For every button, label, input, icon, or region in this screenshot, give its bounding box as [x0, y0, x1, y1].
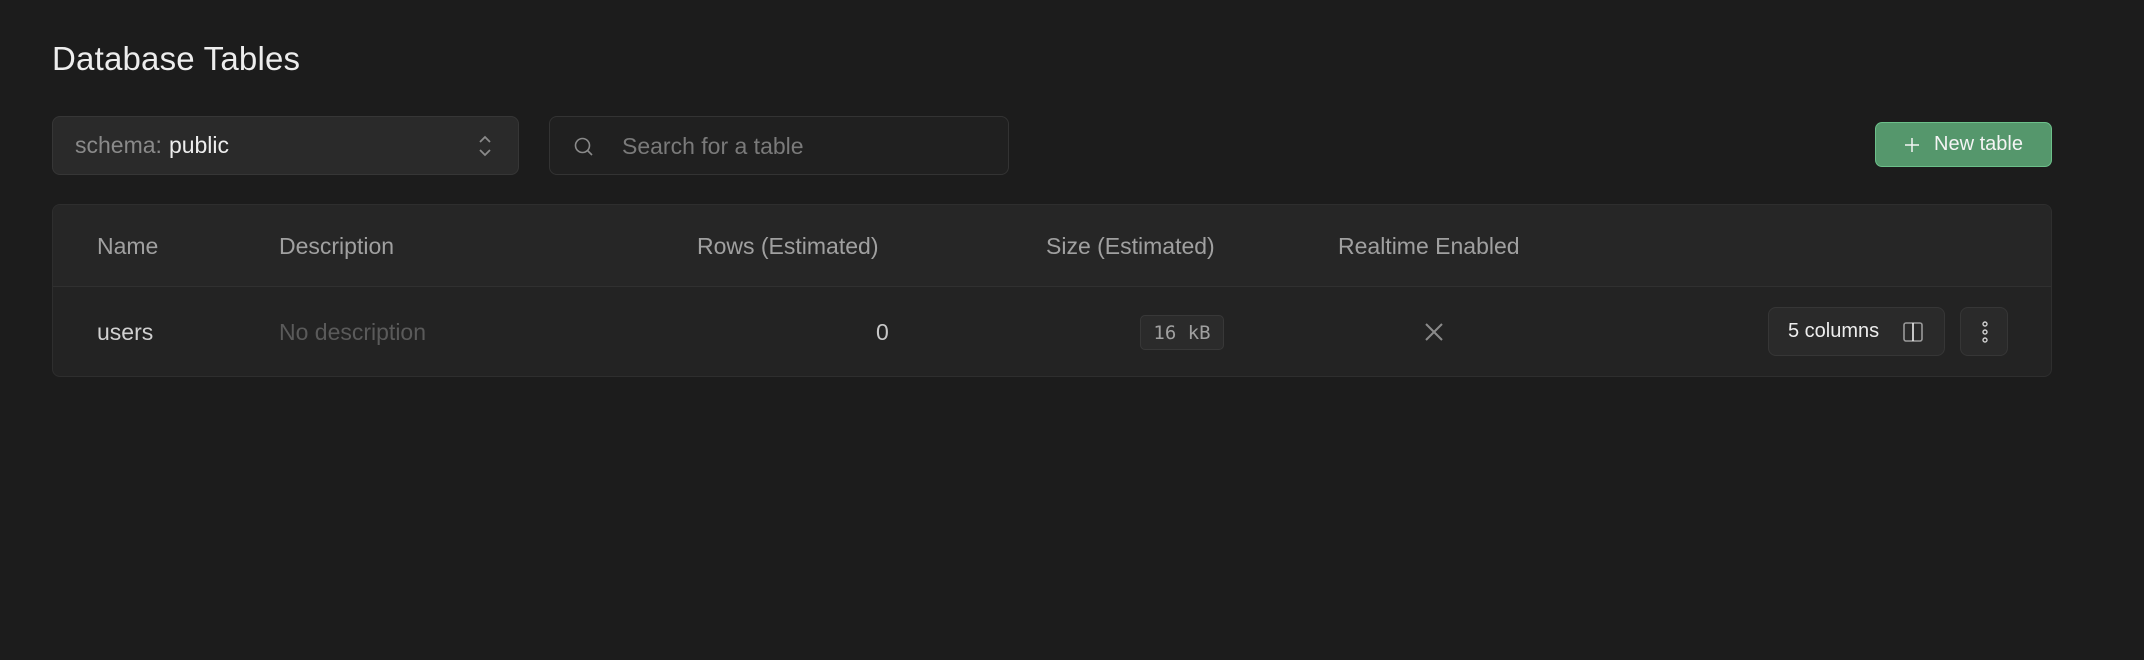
x-icon — [1425, 323, 1443, 341]
column-header-size: Size (Estimated) — [1046, 233, 1215, 259]
table-row[interactable]: users No description 0 16 kB 5 columns — [53, 287, 2051, 376]
table-description: No description — [279, 319, 427, 345]
tables-list: Name Description Rows (Estimated) Size (… — [52, 204, 2052, 377]
column-header-rows: Rows (Estimated) — [697, 233, 879, 259]
new-table-button[interactable]: New table — [1875, 122, 2052, 167]
schema-select-prefix: schema: — [75, 132, 162, 158]
search-icon — [574, 137, 593, 156]
plus-icon — [1905, 137, 1920, 152]
schema-select-value: public — [168, 132, 230, 158]
table-name[interactable]: users — [97, 319, 153, 346]
column-header-description: Description — [279, 233, 395, 259]
view-columns-button[interactable]: 5 columns — [1768, 307, 1945, 356]
table-rows-estimated: 0 — [876, 319, 889, 345]
search-box — [549, 116, 1009, 176]
schema-select[interactable]: schema: public — [52, 116, 519, 175]
search-input[interactable] — [620, 117, 1004, 176]
column-header-name: Name — [97, 233, 159, 259]
page-title: Database Tables — [52, 40, 301, 77]
more-vertical-icon — [1982, 321, 1988, 343]
columns-icon — [1903, 322, 1923, 342]
columns-count-label: 5 columns — [1788, 320, 1880, 342]
table-size-badge: 16 kB — [1140, 315, 1224, 350]
new-table-label: New table — [1934, 133, 2023, 155]
more-options-button[interactable] — [1960, 307, 2008, 356]
chevron-up-down-icon — [479, 135, 491, 157]
column-header-realtime: Realtime Enabled — [1338, 233, 1520, 259]
table-header: Name Description Rows (Estimated) Size (… — [53, 205, 2051, 287]
